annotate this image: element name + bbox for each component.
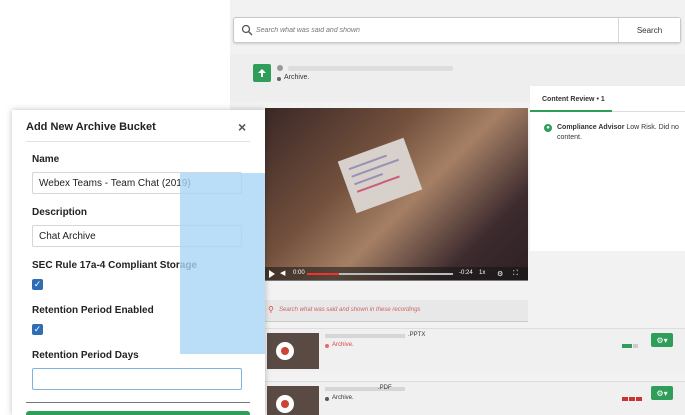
- recording-type: Archive.: [332, 342, 354, 348]
- risk-meter: [622, 344, 642, 348]
- search-icon: ⚲: [268, 305, 274, 314]
- modal-title: Add New Archive Bucket: [26, 121, 156, 133]
- status-dot: [277, 77, 281, 81]
- gear-icon: ⚙▾: [656, 388, 668, 398]
- risk-meter: [622, 397, 642, 401]
- retention-days-field[interactable]: [32, 368, 242, 390]
- advisor-text: Low Risk. Did no: [626, 124, 679, 131]
- save-button[interactable]: [26, 411, 250, 415]
- advisor-name: Compliance Advisor: [557, 124, 625, 131]
- arrow-up-icon: [258, 69, 266, 77]
- compliance-advisor-note: Compliance Advisor Low Risk. Did no cont…: [557, 123, 685, 143]
- recording-title-redacted: [288, 66, 453, 71]
- search-bar: Search: [233, 17, 681, 43]
- recording-name-redacted: [325, 387, 405, 391]
- list-item[interactable]: .PPTX Archive. ⚙▾: [265, 328, 685, 372]
- arrow-up-button[interactable]: [253, 64, 271, 82]
- sec-rule-label: SEC Rule 17a-4 Compliant Storage: [32, 260, 198, 271]
- tab-label: Content Review • 1: [542, 96, 605, 103]
- list-item[interactable]: .PDF Archive. ⚙▾: [265, 381, 685, 415]
- close-icon[interactable]: ×: [238, 119, 246, 135]
- play-icon[interactable]: [269, 270, 275, 278]
- retention-days-label: Retention Period Days: [32, 350, 139, 361]
- progress-bar[interactable]: [307, 273, 453, 275]
- check-icon: ✓: [33, 324, 42, 334]
- time-remaining: -0:24: [459, 270, 473, 276]
- search-icon: [241, 24, 253, 36]
- name-label: Name: [32, 154, 60, 165]
- volume-icon[interactable]: ◀: [280, 270, 288, 278]
- sec-rule-checkbox[interactable]: ✓: [32, 279, 43, 290]
- file-extension: .PPTX: [408, 332, 426, 338]
- gear-icon[interactable]: ⚙: [497, 270, 503, 278]
- fullscreen-icon[interactable]: ⛶: [513, 270, 518, 278]
- video-player[interactable]: [265, 108, 528, 280]
- tab-content-review[interactable]: Content Review • 1: [530, 86, 685, 112]
- recording-thumbnail: [267, 333, 319, 369]
- recording-icon: [277, 65, 283, 71]
- gear-button[interactable]: ⚙▾: [651, 333, 673, 347]
- retention-enabled-checkbox[interactable]: ✓: [32, 324, 43, 335]
- search-input[interactable]: [256, 23, 616, 38]
- gear-icon: ⚙▾: [656, 335, 668, 345]
- search-button[interactable]: Search: [618, 18, 680, 42]
- advisor-status-icon: ●: [544, 124, 552, 132]
- recording-status: Archive.: [284, 74, 310, 81]
- recording-thumbnail: [267, 386, 319, 415]
- content-review-panel: Content Review • 1 ● Compliance Advisor …: [530, 86, 685, 251]
- advisor-text-2: content.: [557, 134, 582, 141]
- playback-speed[interactable]: 1x: [479, 270, 485, 276]
- selection-highlight: [180, 173, 265, 354]
- check-icon: ✓: [33, 279, 42, 289]
- gear-button[interactable]: ⚙▾: [651, 386, 673, 400]
- recording-type: Archive.: [332, 395, 354, 401]
- file-extension: .PDF: [378, 385, 392, 391]
- description-label: Description: [32, 207, 88, 218]
- recording-search-placeholder: Search what was said and shown in these …: [279, 307, 421, 313]
- video-controls: ◀ 0:00 -0:24 1x ⚙ ⛶: [265, 267, 528, 281]
- time-start: 0:00: [293, 270, 305, 276]
- recording-search-bar[interactable]: ⚲ Search what was said and shown in thes…: [265, 300, 528, 322]
- recording-name-redacted: [325, 334, 405, 338]
- retention-enabled-label: Retention Period Enabled: [32, 305, 154, 316]
- progress-fill: [307, 273, 340, 275]
